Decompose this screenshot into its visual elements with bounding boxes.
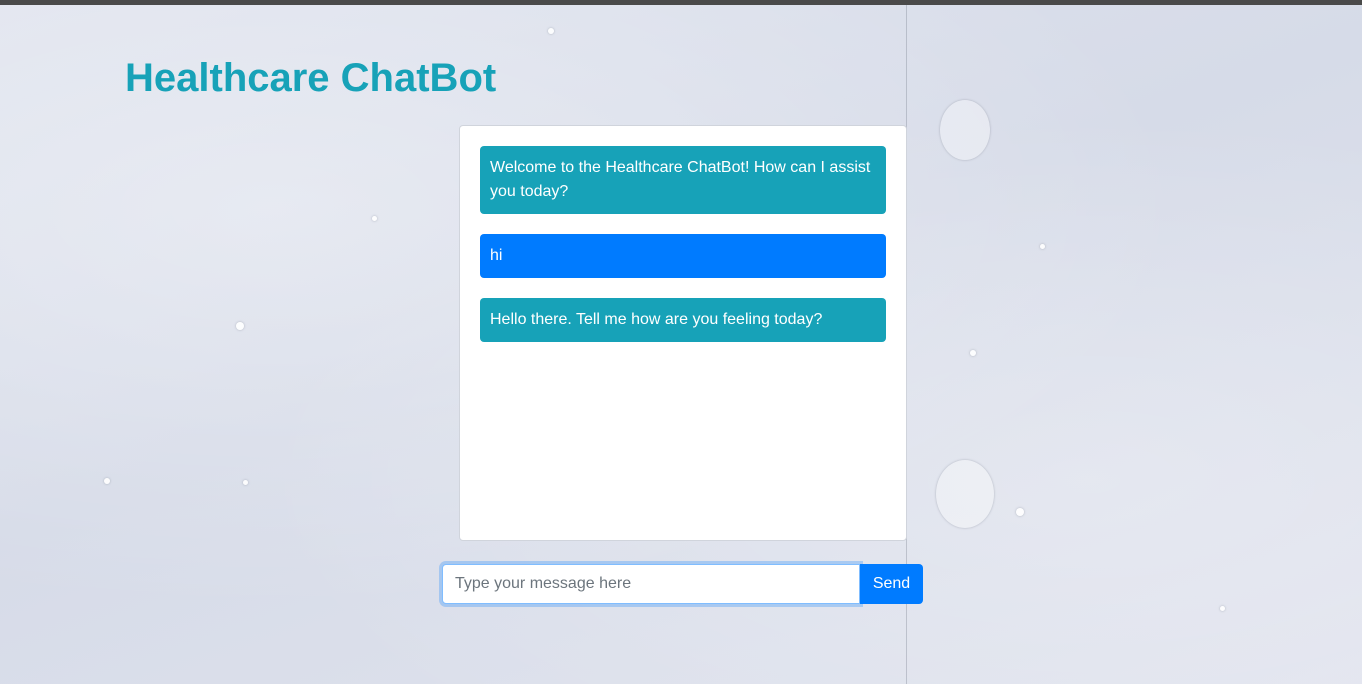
background-speck (1220, 606, 1225, 611)
background-speck (936, 460, 994, 528)
background-speck (548, 28, 554, 34)
message-composer: Send (442, 564, 923, 604)
background-speck (970, 350, 976, 356)
background-speck (372, 216, 377, 221)
background-speck (243, 480, 248, 485)
message-input[interactable] (442, 564, 860, 604)
bot-message: Hello there. Tell me how are you feeling… (480, 298, 886, 342)
background-speck (236, 322, 244, 330)
user-message: hi (480, 234, 886, 278)
chat-window[interactable]: Welcome to the Healthcare ChatBot! How c… (459, 125, 907, 541)
background-speck (940, 100, 990, 160)
background-speck (1016, 508, 1024, 516)
bot-message: Welcome to the Healthcare ChatBot! How c… (480, 146, 886, 214)
background-speck (1040, 244, 1045, 249)
send-button[interactable]: Send (860, 564, 923, 604)
page-title: Healthcare ChatBot (125, 56, 497, 100)
background-speck (104, 478, 110, 484)
